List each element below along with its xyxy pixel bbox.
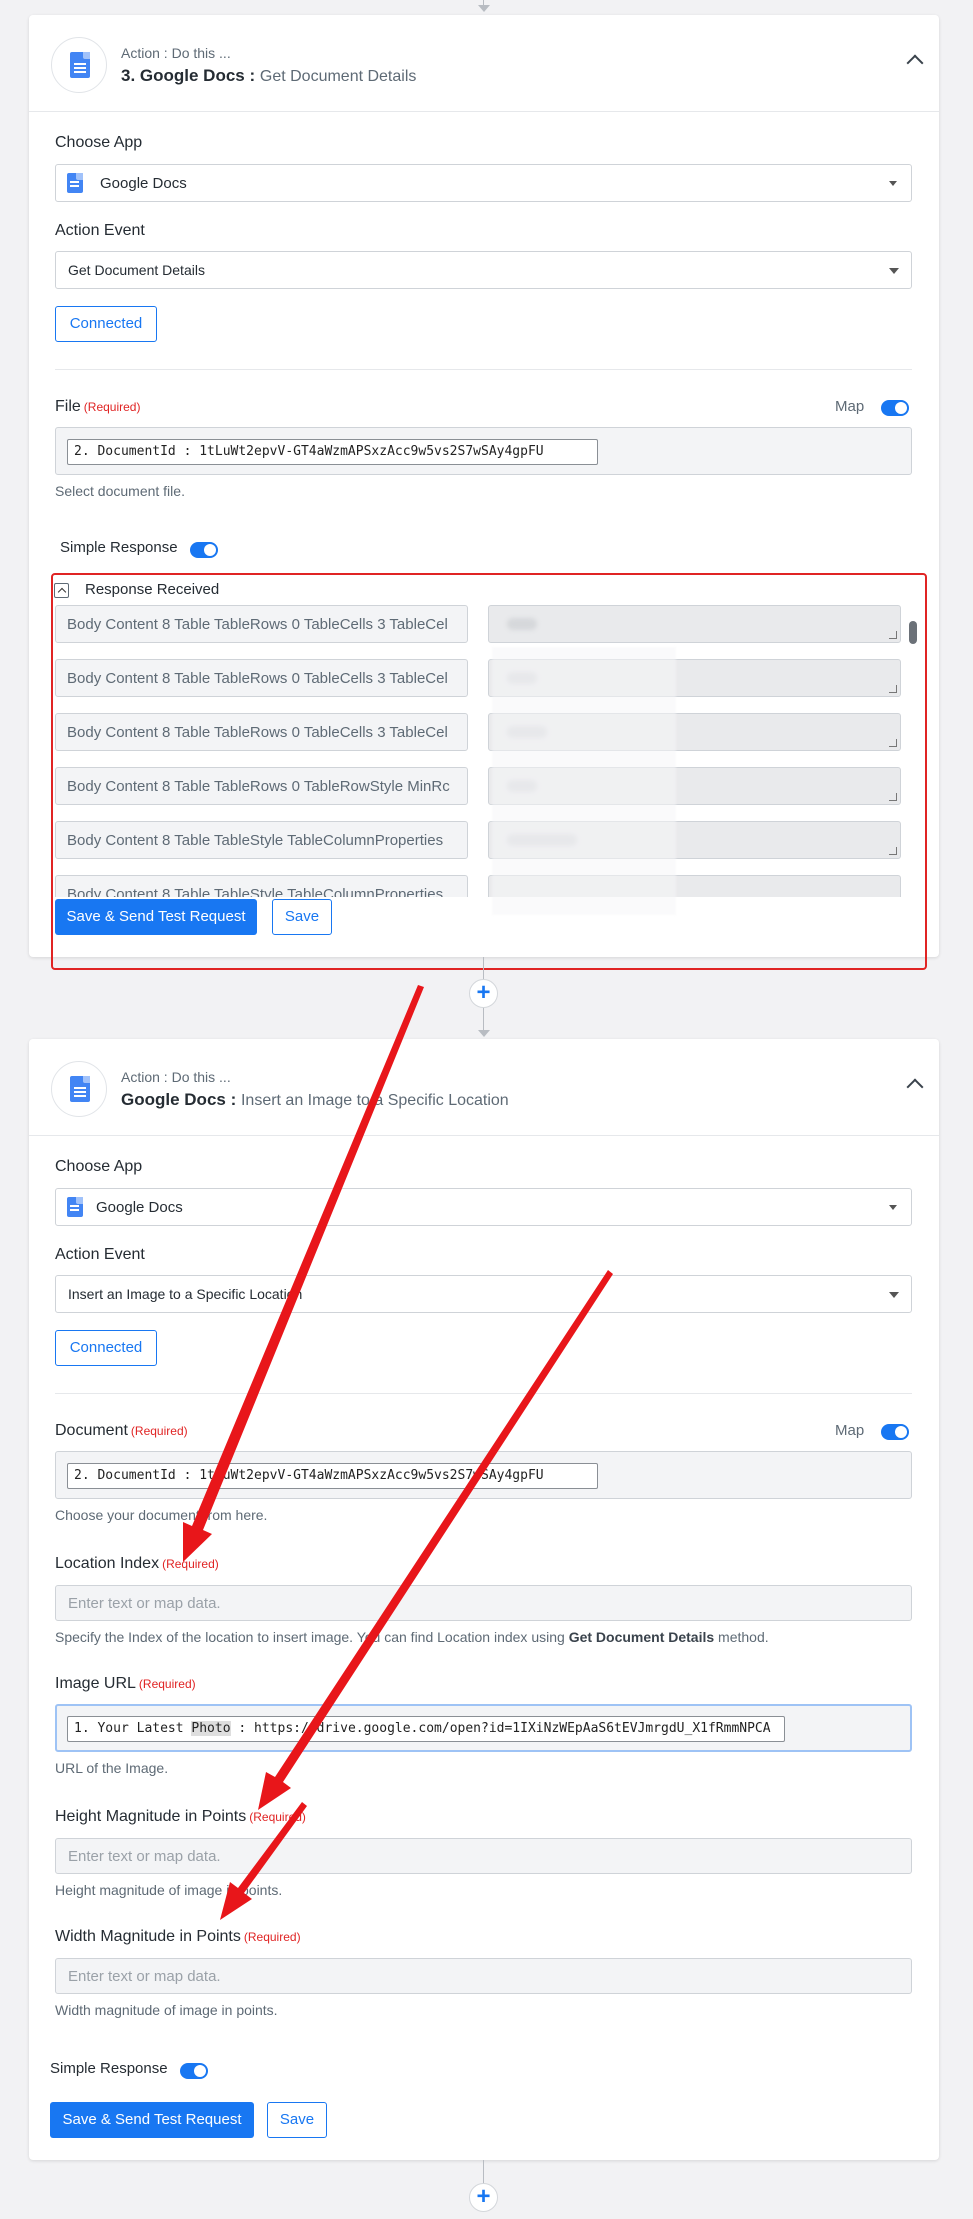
- google-docs-logo: [51, 1061, 107, 1117]
- section-divider: [55, 1393, 912, 1394]
- step4-subtitle: Action : Do this ...: [121, 1069, 231, 1085]
- google-docs-icon: [67, 1197, 83, 1217]
- dropdown-caret-icon: [889, 181, 897, 186]
- save-button[interactable]: Save: [267, 2102, 327, 2138]
- location-index-label-text: Location Index: [55, 1555, 160, 1572]
- image-url-label: Image URL (Required): [55, 1675, 196, 1693]
- google-docs-icon: [70, 1076, 90, 1102]
- file-help-text: Select document file.: [55, 483, 185, 499]
- file-label-text: File: [55, 398, 81, 415]
- simple-response-toggle[interactable]: [190, 542, 218, 558]
- file-map-chip[interactable]: 2. DocumentId : 1tLuWt2epvV-GT4aWzmAPSxz…: [67, 439, 598, 465]
- step4-title-event: Insert an Image to a Specific Location: [240, 1092, 509, 1109]
- required-badge: (Required): [243, 1930, 301, 1944]
- step4-title-app: Google Docs :: [121, 1090, 237, 1109]
- connected-button[interactable]: Connected: [55, 306, 157, 342]
- height-help-text: Height magnitude of image in points.: [55, 1882, 283, 1898]
- image-url-map-chip[interactable]: 1. Your Latest Photo : https://drive.goo…: [67, 1716, 785, 1742]
- action-event-value: Insert an Image to a Specific Location: [68, 1286, 303, 1302]
- dropdown-caret-icon: [889, 1205, 897, 1210]
- image-chip-post: : https://drive.google.com/open?id=1IXiN…: [230, 1721, 771, 1736]
- height-label-text: Height Magnitude in Points: [55, 1808, 247, 1825]
- add-step-button[interactable]: +: [469, 979, 498, 1008]
- collapse-chevron-icon[interactable]: [906, 54, 924, 72]
- choose-app-value: Google Docs: [100, 175, 187, 192]
- step4-header[interactable]: Action : Do this ... Google Docs : Inser…: [29, 1039, 939, 1136]
- google-docs-icon: [67, 173, 83, 193]
- section-divider: [55, 369, 912, 370]
- image-url-help-text: URL of the Image.: [55, 1760, 169, 1776]
- document-label: Document (Required): [55, 1422, 188, 1440]
- required-badge: (Required): [130, 1424, 188, 1438]
- map-label: Map: [835, 1422, 865, 1439]
- location-index-help-text: Specify the Index of the location to ins…: [55, 1629, 769, 1645]
- step3-title: 3. Google Docs : Get Document Details: [121, 66, 416, 86]
- dropdown-caret-icon: [889, 1292, 899, 1298]
- height-input[interactable]: Enter text or map data.: [55, 1838, 912, 1874]
- step3-subtitle: Action : Do this ...: [121, 45, 231, 61]
- save-send-test-button[interactable]: Save & Send Test Request: [50, 2102, 254, 2138]
- height-label: Height Magnitude in Points (Required): [55, 1808, 306, 1826]
- step4-title: Google Docs : Insert an Image to a Speci…: [121, 1090, 509, 1110]
- width-label: Width Magnitude in Points (Required): [55, 1928, 301, 1946]
- step4-card: Action : Do this ... Google Docs : Inser…: [29, 1039, 939, 2160]
- image-chip-highlight: Photo: [191, 1721, 231, 1736]
- google-docs-logo: [51, 37, 107, 93]
- required-badge: (Required): [138, 1677, 196, 1691]
- action-event-select[interactable]: Get Document Details: [55, 251, 912, 289]
- width-input[interactable]: Enter text or map data.: [55, 1958, 912, 1994]
- choose-app-select[interactable]: Google Docs: [55, 164, 912, 202]
- location-help-bold: Get Document Details: [568, 1629, 715, 1645]
- simple-response-label: Simple Response: [60, 539, 178, 556]
- image-url-label-text: Image URL: [55, 1675, 136, 1692]
- choose-app-label: Choose App: [55, 1158, 143, 1175]
- image-url-field[interactable]: 1. Your Latest Photo : https://drive.goo…: [55, 1704, 912, 1752]
- location-index-label: Location Index (Required): [55, 1555, 219, 1573]
- file-label: File (Required): [55, 398, 140, 416]
- connected-button[interactable]: Connected: [55, 1330, 157, 1366]
- required-badge: (Required): [162, 1557, 219, 1571]
- step3-title-event: Get Document Details: [259, 68, 417, 85]
- location-help-pre: Specify the Index of the location to ins…: [55, 1629, 569, 1645]
- required-badge: (Required): [249, 1810, 306, 1824]
- step3-title-app: 3. Google Docs :: [121, 66, 256, 85]
- action-event-select[interactable]: Insert an Image to a Specific Location: [55, 1275, 912, 1313]
- add-step-button[interactable]: +: [469, 2183, 498, 2212]
- action-event-label: Action Event: [55, 1246, 145, 1263]
- choose-app-select[interactable]: Google Docs: [55, 1188, 912, 1226]
- simple-response-label: Simple Response: [50, 2060, 168, 2077]
- map-toggle[interactable]: [881, 1424, 909, 1440]
- document-map-chip[interactable]: 2. DocumentId : 1tLuWt2epvV-GT4aWzmAPSxz…: [67, 1463, 598, 1489]
- required-badge: (Required): [83, 400, 141, 414]
- simple-response-toggle[interactable]: [180, 2063, 208, 2079]
- step3-header[interactable]: Action : Do this ... 3. Google Docs : Ge…: [29, 15, 939, 112]
- google-docs-icon: [70, 52, 90, 78]
- annotation-highlight-box: [51, 573, 927, 970]
- action-event-label: Action Event: [55, 222, 145, 239]
- collapse-chevron-icon[interactable]: [906, 1078, 924, 1096]
- middle-connector-arrow: [478, 1030, 490, 1037]
- map-toggle[interactable]: [881, 400, 909, 416]
- map-label: Map: [835, 398, 865, 415]
- document-help-text: Choose your document from here.: [55, 1507, 268, 1523]
- location-help-post: method.: [714, 1629, 769, 1645]
- choose-app-value: Google Docs: [96, 1199, 183, 1216]
- choose-app-label: Choose App: [55, 134, 143, 151]
- action-event-value: Get Document Details: [68, 262, 205, 278]
- file-field[interactable]: 2. DocumentId : 1tLuWt2epvV-GT4aWzmAPSxz…: [55, 427, 912, 475]
- dropdown-caret-icon: [889, 268, 899, 274]
- width-label-text: Width Magnitude in Points: [55, 1928, 241, 1945]
- image-chip-pre: 1. Your Latest: [74, 1721, 192, 1736]
- document-label-text: Document: [55, 1422, 128, 1439]
- location-index-input[interactable]: Enter text or map data.: [55, 1585, 912, 1621]
- width-help-text: Width magnitude of image in points.: [55, 2002, 278, 2018]
- document-field[interactable]: 2. DocumentId : 1tLuWt2epvV-GT4aWzmAPSxz…: [55, 1451, 912, 1499]
- top-connector-arrow: [478, 5, 490, 12]
